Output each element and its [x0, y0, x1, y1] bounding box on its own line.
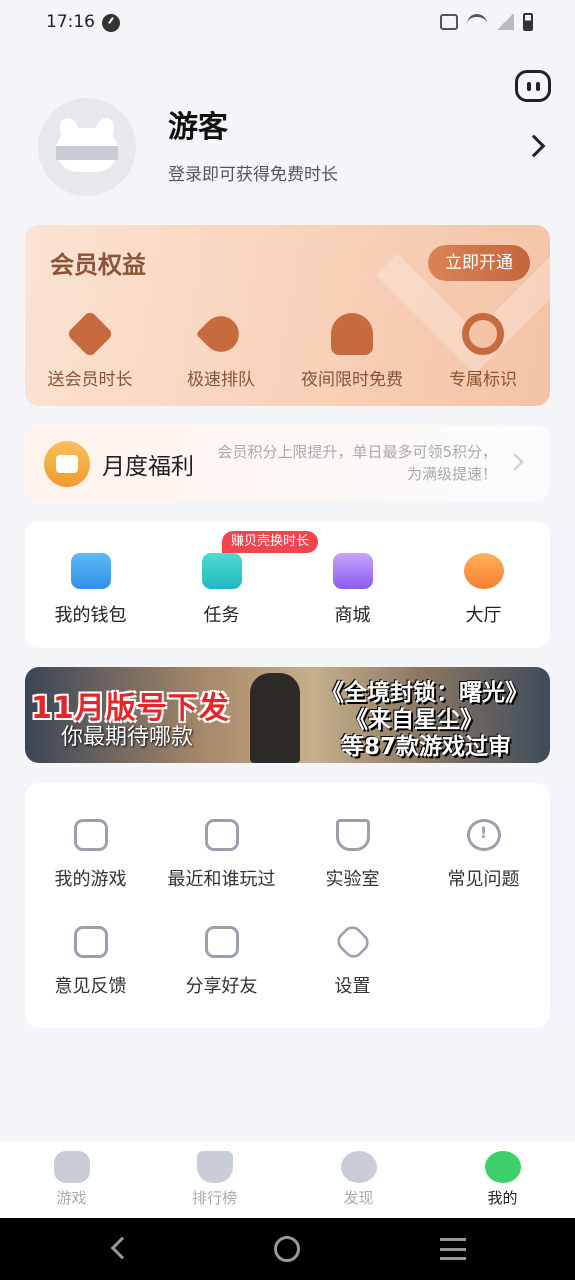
recents-menu-icon[interactable]: [440, 1238, 466, 1260]
menu-item-share[interactable]: 分享好友: [156, 926, 287, 998]
status-bar: 17:16: [0, 0, 575, 48]
banner-summary: 等87款游戏过审: [341, 734, 512, 760]
chevron-right-icon[interactable]: [522, 134, 546, 158]
game-tab-icon: [53, 1151, 90, 1183]
monthly-title: 月度福利: [102, 454, 194, 480]
home-icon[interactable]: [274, 1236, 300, 1262]
quick-item-label: 大厅: [465, 605, 502, 626]
settings-icon: [332, 922, 373, 962]
system-navigation-bar: [0, 1218, 575, 1280]
share-icon: [204, 926, 239, 958]
banner-subheadline: 你最期待哪款: [61, 725, 194, 750]
vip-item-label: 极速排队: [187, 370, 255, 390]
tab-ranking[interactable]: 排行榜: [143, 1151, 286, 1208]
chevron-right-icon: [506, 453, 524, 471]
monthly-welfare-card[interactable]: 月度福利 会员积分上限提升，单日最多可领5积分，为满级提速！: [25, 425, 550, 501]
recent-play-icon: [204, 819, 239, 851]
feature-menu-card: 我的游戏 最近和谁玩过 实验室 常见问题 意见反馈 分享好友 设置: [25, 783, 550, 1028]
task-promo-badge: 赚贝壳换时长: [222, 531, 319, 553]
signal-icon: [496, 14, 514, 30]
vip-benefits-card[interactable]: 会员权益 立即开通 送会员时长 极速排队 夜间限时免费 专属标识: [25, 225, 550, 406]
quick-item-lobby[interactable]: 大厅: [418, 553, 549, 627]
tab-label: 我的: [487, 1189, 518, 1207]
menu-item-label: 实验室: [325, 869, 380, 890]
menu-item-lab[interactable]: 实验室: [287, 819, 418, 891]
monthly-description: 会员积分上限提升，单日最多可领5积分，为满级提速！: [217, 443, 497, 483]
vip-item-badge[interactable]: 专属标识: [418, 313, 548, 390]
menu-item-label: 意见反馈: [54, 976, 127, 997]
vip-item-gift-time[interactable]: 送会员时长: [25, 310, 155, 390]
clock-tag-icon: [66, 310, 114, 358]
battery-icon: [523, 13, 533, 31]
rank-tab-icon: [196, 1151, 233, 1183]
menu-item-feedback[interactable]: 意见反馈: [25, 926, 156, 998]
vip-item-fast-queue[interactable]: 极速排队: [156, 308, 286, 390]
menu-item-label: 最近和谁玩过: [167, 869, 276, 890]
moon-cloud-icon: [331, 313, 373, 355]
menu-item-label: 常见问题: [447, 869, 520, 890]
menu-item-label: 设置: [334, 976, 371, 997]
banner-character-image: [250, 673, 300, 763]
task-icon: [201, 553, 242, 589]
quick-item-shop[interactable]: 商城: [287, 553, 418, 627]
status-time: 17:16: [46, 12, 95, 32]
flask-icon: [335, 819, 370, 851]
tab-mine[interactable]: 我的: [431, 1151, 574, 1208]
vip-item-night-free[interactable]: 夜间限时免费: [287, 313, 417, 390]
tab-label: 排行榜: [191, 1189, 237, 1207]
vip-item-label: 送会员时长: [47, 370, 133, 390]
quick-item-label: 我的钱包: [54, 605, 127, 626]
wallet-icon: [70, 553, 111, 589]
gamepad-icon: [73, 819, 108, 851]
tab-games[interactable]: 游戏: [0, 1151, 143, 1208]
menu-item-label: 我的游戏: [54, 869, 127, 890]
menu-item-recent-play[interactable]: 最近和谁玩过: [156, 819, 287, 891]
menu-item-settings[interactable]: 设置: [287, 922, 418, 998]
vip-title: 会员权益: [50, 251, 146, 279]
promo-banner[interactable]: 11月版号下发 你最期待哪款 《全境封锁：曙光》 《来自星尘》 等87款游戏过审: [25, 667, 550, 763]
menu-item-my-games[interactable]: 我的游戏: [25, 819, 156, 891]
discover-tab-icon: [340, 1151, 377, 1183]
medal-icon: [462, 313, 504, 355]
login-hint[interactable]: 登录即可获得免费时长: [168, 160, 338, 185]
back-icon[interactable]: [110, 1236, 134, 1260]
avatar[interactable]: [38, 98, 136, 196]
question-icon: [466, 819, 501, 851]
message-icon[interactable]: [515, 70, 551, 102]
shop-icon: [332, 553, 373, 589]
tab-discover[interactable]: 发现: [287, 1151, 430, 1208]
vibrate-icon: [440, 14, 458, 30]
quick-item-label: 任务: [203, 605, 240, 626]
status-icons: [440, 13, 533, 31]
quick-actions-card: 我的钱包 任务 商城 大厅 赚贝壳换时长: [25, 521, 550, 648]
feedback-icon: [73, 926, 108, 958]
vip-item-label: 夜间限时免费: [301, 370, 403, 390]
rocket-icon: [195, 308, 247, 360]
open-vip-button[interactable]: 立即开通: [428, 245, 530, 281]
user-name[interactable]: 游客: [168, 102, 228, 146]
tab-label: 游戏: [56, 1189, 87, 1207]
clock-indicator-icon: [102, 14, 120, 32]
bottom-tab-bar: 游戏 排行榜 发现 我的: [0, 1141, 575, 1218]
quick-item-label: 商城: [334, 605, 371, 626]
quick-item-wallet[interactable]: 我的钱包: [25, 553, 156, 627]
mine-tab-icon: [484, 1151, 521, 1183]
tab-label: 发现: [343, 1189, 374, 1207]
quick-item-task[interactable]: 任务: [156, 553, 287, 627]
menu-item-label: 分享好友: [185, 976, 258, 997]
vip-item-label: 专属标识: [449, 370, 517, 390]
menu-item-faq[interactable]: 常见问题: [418, 819, 549, 891]
gift-box-icon: [44, 441, 90, 487]
wifi-icon: [467, 14, 487, 30]
lobby-icon: [463, 553, 504, 589]
